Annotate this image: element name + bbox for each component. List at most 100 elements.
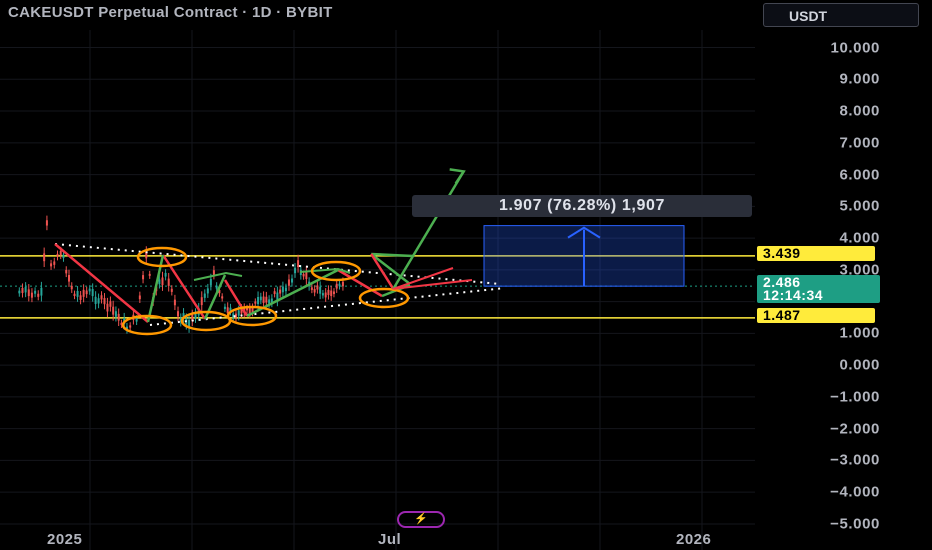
countdown-timer: 12:14:34	[763, 287, 824, 303]
y-tick-label: 8.000	[839, 102, 880, 120]
candle	[158, 279, 161, 285]
candle	[21, 287, 24, 294]
candle	[53, 261, 56, 265]
candle	[319, 286, 322, 294]
candle	[161, 277, 164, 286]
candle	[142, 275, 145, 280]
candle	[27, 289, 30, 297]
y-tick-label: 1.000	[839, 324, 880, 342]
candle	[59, 250, 62, 256]
y-tick-label: −4.000	[830, 483, 880, 501]
y-tick-label: −1.000	[830, 388, 880, 406]
candle	[129, 325, 132, 328]
candle	[65, 269, 68, 274]
candle	[297, 260, 300, 268]
candle	[100, 295, 103, 300]
candle	[37, 293, 40, 297]
candle	[284, 287, 287, 292]
candle	[248, 307, 251, 314]
candle	[321, 293, 324, 296]
candle	[279, 289, 282, 294]
candle	[262, 296, 265, 303]
projection-pullback-line	[370, 253, 395, 290]
candle	[70, 285, 73, 290]
x-tick-2026: 2026	[676, 531, 712, 548]
y-tick-label: −5.000	[830, 515, 880, 533]
candle	[106, 303, 109, 312]
candle	[85, 290, 88, 295]
candle	[73, 293, 76, 297]
currency-selector[interactable]: USDT	[763, 3, 919, 27]
candle	[302, 273, 305, 277]
candle	[43, 253, 46, 262]
candle	[91, 288, 94, 297]
y-tick-label: 3.000	[839, 261, 880, 279]
candle	[237, 310, 240, 316]
candle	[112, 306, 115, 315]
candle	[30, 292, 33, 298]
candle	[177, 311, 180, 317]
support-price-tag: 1.487	[757, 308, 875, 323]
candle	[148, 273, 151, 276]
candle	[34, 290, 37, 294]
projection-arrow-head	[449, 168, 466, 185]
candle	[88, 288, 91, 292]
candle	[281, 286, 284, 293]
y-tick-label: 9.000	[839, 70, 880, 88]
chart-title: CAKEUSDT Perpetual Contract · 1D · BYBIT	[8, 4, 333, 21]
y-tick-label: 6.000	[839, 166, 880, 184]
candle	[170, 288, 173, 292]
candle	[206, 288, 209, 294]
candle	[109, 301, 112, 307]
x-tick-jul: Jul	[378, 531, 402, 548]
candle	[138, 295, 141, 300]
candle	[76, 290, 79, 297]
candle	[82, 289, 85, 297]
candle	[50, 263, 53, 267]
candle	[68, 275, 70, 282]
candle	[40, 287, 43, 296]
candle	[135, 318, 138, 322]
candle	[24, 286, 27, 293]
y-tick-label: 4.000	[839, 229, 880, 247]
candle	[316, 285, 319, 290]
candle	[259, 296, 262, 301]
candle	[94, 296, 97, 304]
candle	[294, 267, 297, 274]
candle	[167, 278, 170, 286]
candle	[254, 301, 257, 304]
y-tick-label: 7.000	[839, 134, 880, 152]
candle	[265, 296, 268, 303]
candle	[215, 285, 218, 289]
candle	[268, 299, 271, 304]
candle	[291, 278, 294, 283]
candle	[338, 283, 341, 287]
candle	[273, 291, 276, 294]
candle	[97, 298, 100, 304]
candle	[324, 292, 327, 298]
candle	[117, 313, 120, 321]
candle	[341, 281, 344, 287]
candle	[212, 270, 215, 276]
y-tick-label: −3.000	[830, 451, 880, 469]
y-tick-label: 0.000	[839, 356, 880, 374]
lightning-icon[interactable]: ⚡	[397, 511, 445, 528]
candle	[18, 290, 21, 294]
candle	[310, 287, 313, 290]
candle	[62, 254, 65, 259]
candle	[257, 296, 260, 305]
candle	[221, 296, 224, 299]
candle	[330, 290, 333, 297]
candle	[164, 272, 167, 277]
candle	[327, 289, 330, 296]
candle	[203, 293, 206, 298]
projection-line	[392, 170, 465, 290]
candle	[313, 289, 316, 293]
candle	[45, 220, 48, 226]
upper-trendline	[54, 243, 501, 285]
x-tick-2025: 2025	[47, 531, 83, 548]
y-tick-label: −2.000	[830, 420, 880, 438]
candle	[332, 291, 335, 295]
candle	[335, 283, 338, 289]
last-price-tag: 2.486 12:14:34	[757, 275, 880, 303]
